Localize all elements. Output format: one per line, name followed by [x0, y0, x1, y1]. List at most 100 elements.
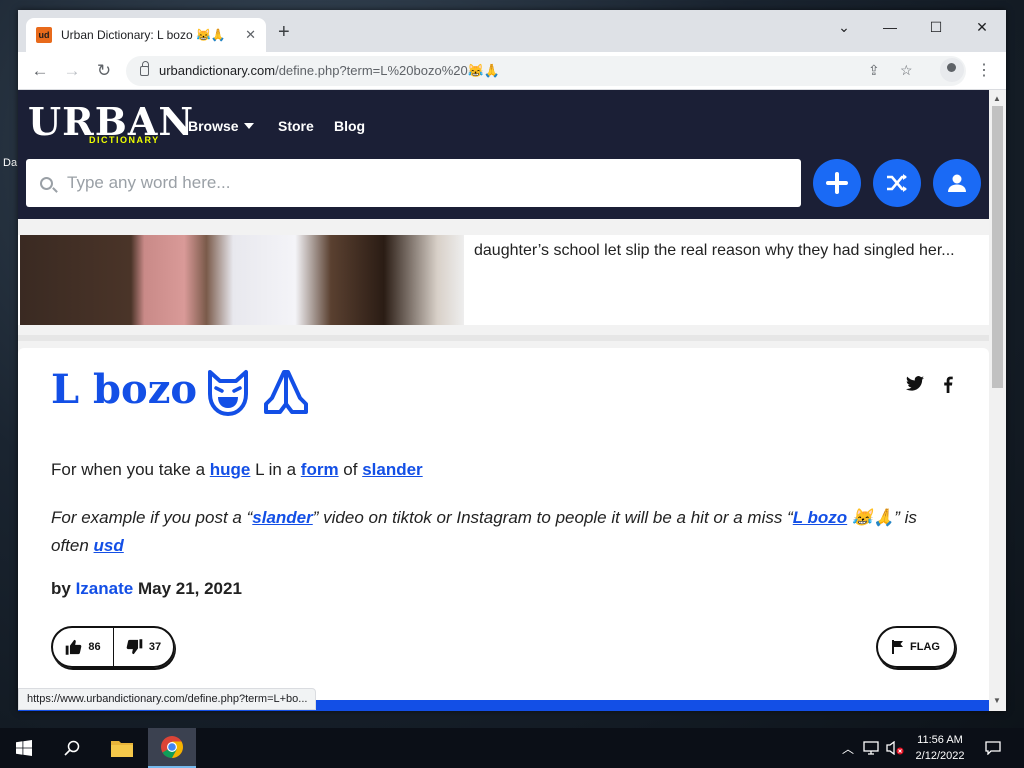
promo-banner[interactable]: daughter’s school let slip the real reas…	[18, 235, 989, 325]
example-text: For example if you post a “	[51, 508, 253, 527]
facebook-share-icon[interactable]	[943, 376, 953, 398]
nav-browse[interactable]: Browse	[188, 118, 254, 134]
clock-time: 11:56 AM	[917, 734, 963, 746]
page-viewport: URBAN DICTIONARY Browse Store Blog daugh…	[18, 90, 989, 711]
thumbs-down-icon	[126, 639, 143, 655]
twitter-share-icon[interactable]	[906, 376, 924, 396]
link-form[interactable]: form	[301, 460, 339, 479]
meaning-text: L in a	[250, 460, 301, 479]
scroll-up-arrow-icon[interactable]: ▲	[993, 94, 1001, 103]
definition-example: For example if you post a “slander” vide…	[51, 504, 951, 560]
url-host: urbandictionary.com	[159, 63, 276, 78]
start-button[interactable]	[0, 728, 48, 768]
link-slander[interactable]: slander	[362, 460, 422, 479]
site-header: URBAN DICTIONARY Browse Store Blog	[18, 90, 989, 219]
upvote-button[interactable]: 86	[53, 628, 113, 666]
tab-title: Urban Dictionary: L bozo 😹🙏	[61, 28, 226, 42]
search-bar	[26, 159, 801, 207]
promo-text: daughter’s school let slip the real reas…	[474, 242, 955, 259]
flag-button[interactable]: FLAG	[876, 626, 956, 668]
browser-tab[interactable]: ud Urban Dictionary: L bozo 😹🙏 ✕	[26, 18, 266, 52]
random-word-button[interactable]	[873, 159, 921, 207]
browser-toolbar: ← → ↻ urbandictionary.com/define.php?ter…	[18, 52, 1006, 90]
caret-down-icon	[243, 123, 254, 129]
add-definition-button[interactable]	[813, 159, 861, 207]
flag-label: FLAG	[910, 641, 940, 653]
user-account-button[interactable]	[933, 159, 981, 207]
by-label: by	[51, 579, 71, 598]
tab-strip: ud Urban Dictionary: L bozo 😹🙏 ✕ + ⌄ — ☐…	[18, 10, 1006, 52]
lock-icon	[140, 61, 149, 76]
taskbar: ︿ 11:56 AM 2/12/2022	[0, 728, 1024, 768]
contributor-line: by Izanate May 21, 2021	[51, 579, 242, 599]
flag-icon	[892, 640, 904, 654]
bookmark-star-icon[interactable]: ☆	[900, 62, 913, 79]
meaning-text: of	[338, 460, 363, 479]
link-usd[interactable]: usd	[94, 536, 124, 555]
upvote-count: 86	[88, 641, 101, 653]
desktop-icon-label: Da	[3, 157, 18, 169]
author-link[interactable]: Izanate	[76, 579, 134, 598]
taskbar-search-button[interactable]	[48, 728, 96, 768]
browser-window: ud Urban Dictionary: L bozo 😹🙏 ✕ + ⌄ — ☐…	[18, 10, 1006, 711]
plus-icon	[826, 172, 848, 194]
downvote-count: 37	[148, 641, 162, 653]
show-hidden-icons-chevron-icon[interactable]: ︿	[838, 728, 858, 768]
notifications-icon[interactable]	[978, 728, 1008, 768]
cat-joy-emoji-icon	[208, 370, 248, 416]
link-slander-example[interactable]: slander	[252, 508, 312, 527]
search-icon	[40, 176, 53, 190]
chrome-icon	[161, 736, 183, 758]
search-input[interactable]	[67, 173, 767, 193]
vote-buttons: 86 37	[51, 626, 175, 668]
section-divider	[18, 335, 989, 341]
nav-store[interactable]: Store	[278, 118, 314, 134]
link-huge[interactable]: huge	[210, 460, 251, 479]
logo-subtitle: DICTIONARY	[86, 135, 163, 145]
new-tab-icon[interactable]: +	[278, 22, 290, 42]
nav-blog[interactable]: Blog	[334, 118, 365, 134]
close-window-icon[interactable]: ✕	[962, 16, 1002, 38]
network-icon[interactable]	[860, 728, 882, 768]
url-path: /define.php?term=L%20bozo%20😹🙏	[275, 63, 501, 78]
url-text: urbandictionary.com/define.php?term=L%20…	[159, 63, 500, 79]
clock[interactable]: 11:56 AM 2/12/2022	[905, 732, 975, 764]
clock-date: 2/12/2022	[915, 750, 965, 762]
thumbs-up-icon	[66, 639, 82, 655]
address-bar[interactable]: urbandictionary.com/define.php?term=L%20…	[126, 56, 966, 86]
folded-hands-emoji-icon	[264, 370, 308, 414]
file-explorer-button[interactable]	[98, 728, 146, 768]
maximize-icon[interactable]: ☐	[916, 16, 956, 38]
definition-meaning: For when you take a huge L in a form of …	[51, 460, 423, 480]
status-bar-url: https://www.urbandictionary.com/define.p…	[18, 688, 317, 710]
definition-card: L bozo For when you take a huge L in a f…	[18, 348, 989, 711]
shuffle-icon	[887, 174, 907, 192]
search-icon	[64, 740, 80, 756]
browser-menu-icon[interactable]: ⋮	[976, 60, 992, 80]
minimize-icon[interactable]: —	[870, 16, 910, 38]
meaning-text: For when you take a	[51, 460, 210, 479]
urban-dictionary-logo[interactable]: URBAN DICTIONARY	[28, 100, 193, 152]
link-l-bozo[interactable]: L bozo	[793, 508, 847, 527]
windows-logo-icon	[16, 740, 32, 756]
page-scrollbar[interactable]: ▲ ▼	[989, 90, 1006, 711]
promo-image	[20, 235, 464, 325]
nav-browse-label: Browse	[188, 118, 239, 134]
back-arrow-icon[interactable]: ←	[28, 60, 52, 82]
volume-muted-icon[interactable]	[884, 728, 906, 768]
share-icon[interactable]: ⇪	[868, 62, 880, 79]
downvote-button[interactable]: 37	[113, 628, 173, 666]
definition-word[interactable]: L bozo	[51, 366, 197, 413]
chrome-taskbar-button[interactable]	[148, 728, 196, 768]
tab-search-chevron-icon[interactable]: ⌄	[824, 16, 864, 38]
user-icon	[948, 174, 966, 192]
urban-dictionary-favicon: ud	[36, 27, 52, 43]
scroll-thumb[interactable]	[992, 106, 1003, 388]
folder-icon	[111, 741, 133, 757]
forward-arrow-icon[interactable]: →	[60, 60, 84, 82]
reload-icon[interactable]: ↻	[92, 60, 116, 82]
post-date: May 21, 2021	[137, 579, 242, 598]
tab-close-icon[interactable]: ✕	[245, 27, 256, 43]
scroll-down-arrow-icon[interactable]: ▼	[993, 696, 1001, 705]
profile-avatar-icon[interactable]	[940, 58, 964, 82]
